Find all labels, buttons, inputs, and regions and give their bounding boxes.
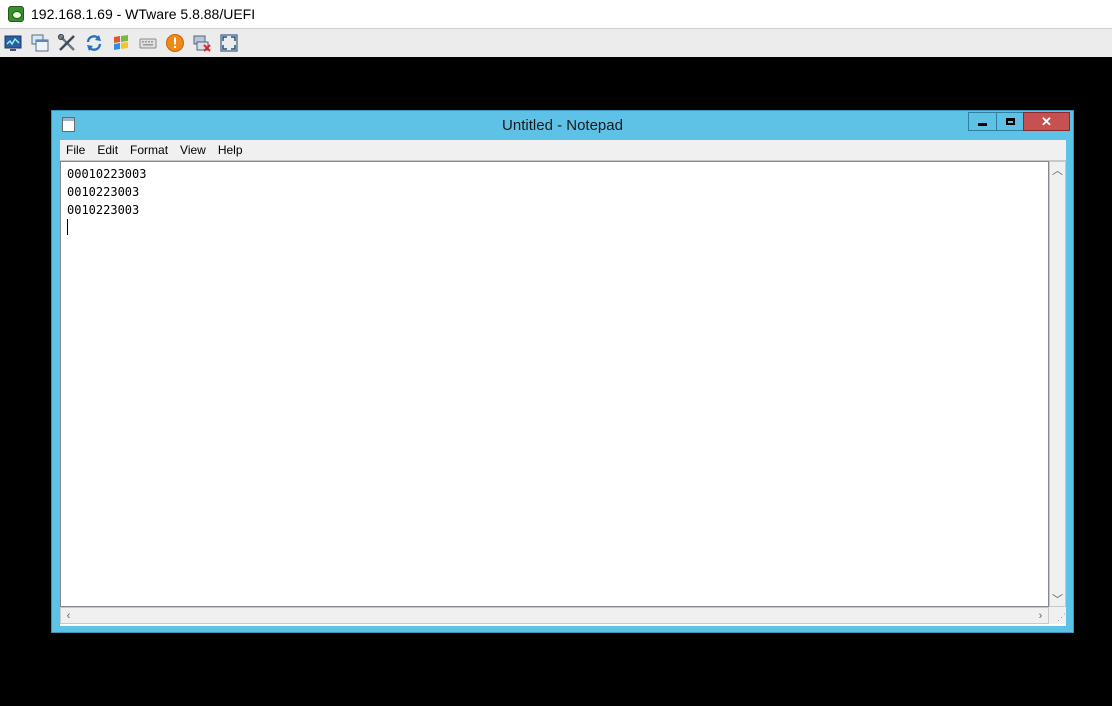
menu-view[interactable]: View (174, 143, 212, 157)
scroll-down-icon[interactable]: ﹀ (1050, 591, 1065, 606)
scroll-right-icon[interactable]: › (1033, 608, 1048, 623)
close-button[interactable]: ✕ (1023, 112, 1070, 131)
fullscreen-icon[interactable] (218, 32, 240, 54)
horizontal-scrollbar[interactable]: ‹ › (60, 607, 1049, 624)
minimize-button[interactable] (968, 112, 997, 131)
maximize-icon (1005, 118, 1015, 125)
notepad-window: Untitled - Notepad ✕ File Edit Format Vi… (51, 110, 1074, 633)
keyboard-icon[interactable] (137, 32, 159, 54)
viewer-toolbar (0, 28, 1112, 57)
text-editor[interactable]: 00010223003 0010223003 0010223003 (60, 161, 1049, 607)
vertical-scrollbar[interactable]: ︿ ﹀ (1049, 161, 1066, 607)
tools-icon[interactable] (56, 32, 78, 54)
refresh-icon[interactable] (83, 32, 105, 54)
text-line: 0010223003 (67, 185, 140, 199)
scroll-left-icon[interactable]: ‹ (61, 608, 76, 623)
menu-format[interactable]: Format (124, 143, 174, 157)
text-caret (67, 219, 68, 235)
notepad-titlebar[interactable]: Untitled - Notepad ✕ (52, 111, 1073, 139)
editor-text: 00010223003 0010223003 0010223003 (67, 165, 146, 219)
menu-file[interactable]: File (60, 143, 91, 157)
notepad-title: Untitled - Notepad (502, 117, 623, 134)
viewer-title: 192.168.1.69 - WTware 5.8.88/UEFI (31, 6, 256, 22)
size-grip-icon[interactable]: ⋰ (1049, 607, 1066, 624)
scroll-up-icon[interactable]: ︿ (1050, 162, 1065, 177)
warning-icon[interactable] (164, 32, 186, 54)
notepad-client: File Edit Format View Help 00010223003 0… (60, 140, 1066, 626)
windows-logo-icon[interactable] (110, 32, 132, 54)
eye-icon (8, 6, 24, 22)
minimize-icon (978, 123, 987, 126)
disconnect-icon[interactable] (191, 32, 213, 54)
menubar: File Edit Format View Help (60, 140, 1066, 161)
maximize-button[interactable] (996, 112, 1024, 131)
viewer-titlebar: 192.168.1.69 - WTware 5.8.88/UEFI (0, 0, 1112, 28)
text-line: 00010223003 (67, 167, 147, 181)
menu-edit[interactable]: Edit (91, 143, 124, 157)
close-icon: ✕ (1041, 113, 1052, 129)
monitor-icon[interactable] (2, 32, 24, 54)
text-line: 0010223003 (67, 203, 140, 217)
windows-cascade-icon[interactable] (29, 32, 51, 54)
menu-help[interactable]: Help (212, 143, 249, 157)
